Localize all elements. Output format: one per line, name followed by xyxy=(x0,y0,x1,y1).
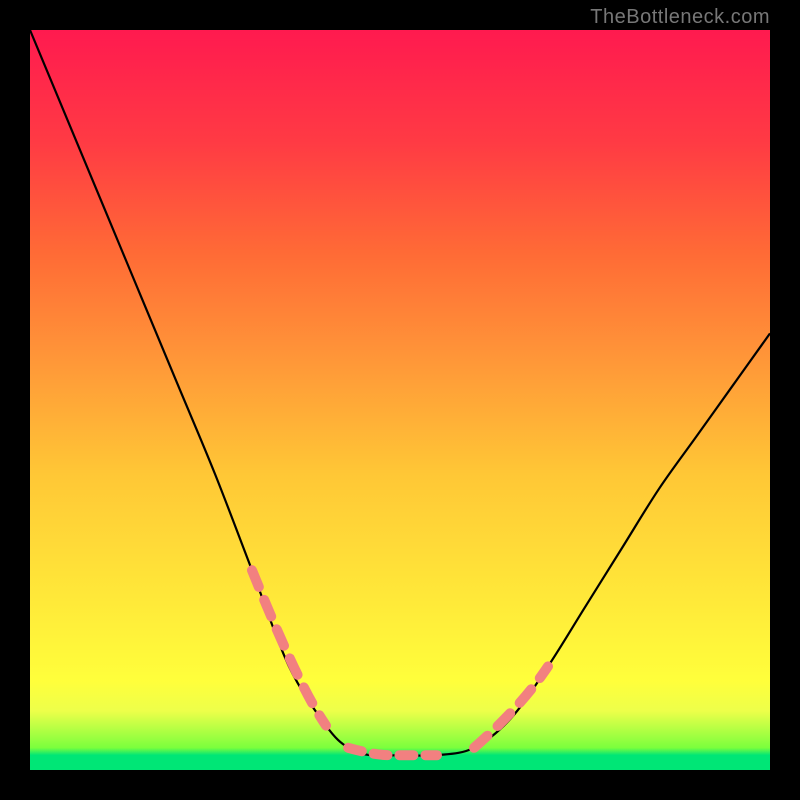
valley-dash-right xyxy=(474,666,548,747)
bottleneck-curve-svg xyxy=(30,30,770,770)
valley-dash-left xyxy=(252,570,326,725)
watermark-text: TheBottleneck.com xyxy=(590,6,770,29)
chart-container: TheBottleneck.com xyxy=(0,0,800,800)
bottleneck-curve xyxy=(30,30,770,756)
valley-dash-bottom xyxy=(348,748,437,755)
